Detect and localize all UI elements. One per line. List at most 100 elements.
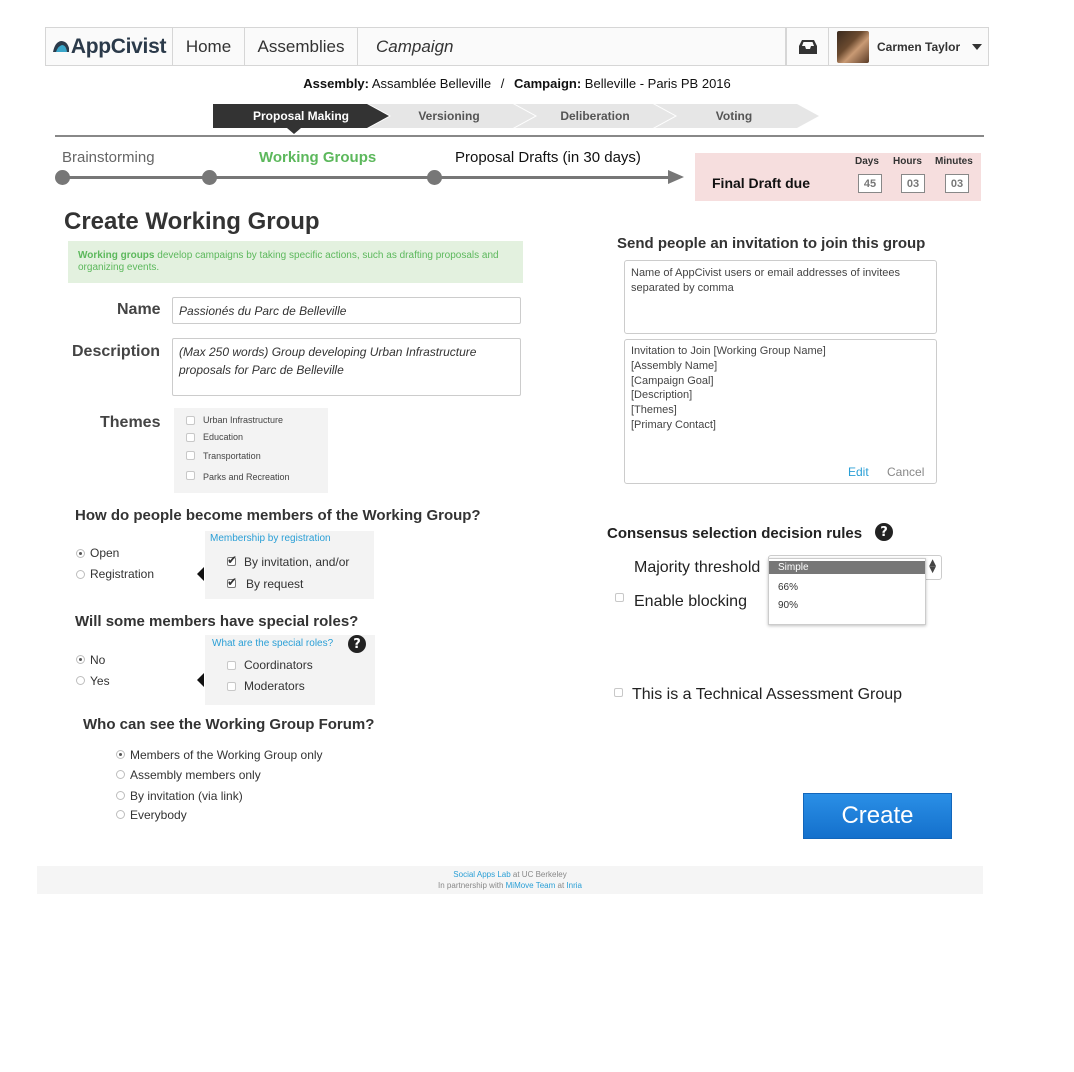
by-request-checkbox[interactable] — [227, 575, 237, 589]
chevron-down-icon — [972, 43, 983, 50]
hours-label: Hours — [893, 156, 922, 167]
inbox-button[interactable] — [786, 28, 829, 65]
theme-checkbox[interactable] — [186, 433, 195, 442]
membership-option-label: Registration — [90, 567, 155, 581]
name-input[interactable]: Passionés du Parc de Belleville — [172, 297, 521, 324]
forum-question: Who can see the Working Group Forum? — [83, 716, 375, 733]
stage-brainstorming[interactable]: Brainstorming — [62, 149, 155, 166]
campaign-label: Campaign: — [514, 76, 582, 91]
theme-checkbox[interactable] — [186, 451, 195, 460]
template-line: [Themes] — [631, 404, 677, 417]
app-logo[interactable]: AppCivist — [46, 28, 173, 65]
footer-link-social-apps-lab[interactable]: Social Apps Lab — [453, 870, 510, 879]
theme-checkbox[interactable] — [186, 416, 195, 425]
option-90[interactable]: 90% — [778, 600, 798, 611]
phase-versioning[interactable]: Versioning — [389, 104, 509, 128]
roles-radio-no[interactable] — [76, 655, 85, 664]
technical-group-checkbox[interactable] — [614, 688, 623, 697]
logo-icon — [52, 40, 69, 52]
moderators-label: Moderators — [244, 679, 305, 693]
days-value: 45 — [858, 174, 882, 193]
create-button[interactable]: Create — [803, 793, 952, 839]
page-title: Create Working Group — [64, 208, 320, 235]
moderators-checkbox[interactable] — [227, 682, 236, 691]
forum-option-label: Everybody — [130, 808, 187, 822]
breadcrumb: Assembly: Assamblée Belleville / Campaig… — [0, 76, 1034, 91]
forum-radio-everybody[interactable] — [116, 810, 125, 819]
invitation-template[interactable]: Invitation to Join [Working Group Name] … — [624, 339, 937, 484]
technical-group-label: This is a Technical Assessment Group — [632, 686, 903, 703]
enable-blocking-checkbox[interactable] — [615, 593, 624, 602]
template-line: [Campaign Goal] — [631, 374, 714, 387]
final-draft-label: Final Draft due — [712, 175, 811, 191]
nav-campaign[interactable]: Campaign — [358, 28, 786, 65]
stage-working-groups[interactable]: Working Groups — [259, 149, 376, 166]
membership-radio-open[interactable] — [76, 549, 85, 558]
footer-link-inria[interactable]: Inria — [566, 881, 582, 890]
cancel-link[interactable]: Cancel — [887, 465, 924, 479]
theme-label: Urban Infrastructure — [203, 415, 284, 425]
forum-option-label: By invitation (via link) — [130, 789, 243, 803]
theme-label: Transportation — [203, 451, 261, 461]
roles-panel-title: What are the special roles? — [212, 638, 334, 649]
invitee-placeholder: Name of AppCivist users or email address… — [631, 267, 901, 294]
logo-text: AppCivist — [70, 34, 167, 58]
stage-proposal-drafts[interactable]: Proposal Drafts (in 30 days) — [455, 149, 641, 166]
membership-radio-registration[interactable] — [76, 570, 85, 579]
coordinators-checkbox[interactable] — [227, 661, 236, 670]
forum-radio-members[interactable] — [116, 750, 125, 759]
inbox-icon — [798, 39, 817, 54]
info-bold: Working groups — [78, 250, 155, 261]
timeline-line — [62, 176, 672, 179]
edit-link[interactable]: Edit — [848, 465, 869, 479]
avatar — [837, 30, 869, 63]
template-line: [Assembly Name] — [631, 359, 718, 372]
roles-radio-yes[interactable] — [76, 676, 85, 685]
option-label: Simple — [778, 562, 809, 573]
campaign-value[interactable]: Belleville - Paris PB 2016 — [585, 76, 731, 91]
by-invitation-label: By invitation, and/or — [244, 555, 350, 569]
timeline-dot — [55, 170, 70, 185]
active-phase-pointer — [287, 128, 301, 134]
description-label: Description — [72, 343, 161, 360]
description-value: (Max 250 words) Group developing Urban I… — [179, 345, 477, 377]
nav-home[interactable]: Home — [173, 28, 245, 65]
forum-radio-assembly[interactable] — [116, 770, 125, 779]
phase-deliberation[interactable]: Deliberation — [535, 104, 655, 128]
hours-value: 03 — [901, 174, 925, 193]
enable-blocking-label: Enable blocking — [634, 593, 747, 610]
option-66[interactable]: 66% — [778, 582, 798, 593]
description-textarea[interactable]: (Max 250 words) Group developing Urban I… — [172, 338, 521, 396]
footer-text: In partnership with — [438, 881, 506, 890]
help-icon[interactable]: ? — [875, 523, 893, 541]
footer-link-mimove[interactable]: MiMove Team — [506, 881, 556, 890]
assembly-value[interactable]: Assamblée Belleville — [372, 76, 491, 91]
consensus-title: Consensus selection decision rules — [607, 525, 863, 542]
forum-option-label: Assembly members only — [130, 768, 261, 782]
select-arrows-icon: ▲ ▼ — [929, 558, 936, 575]
create-button-label: Create — [841, 802, 914, 829]
forum-radio-invitation[interactable] — [116, 791, 125, 800]
roles-question: Will some members have special roles? — [75, 613, 359, 630]
nav-assemblies[interactable]: Assemblies — [245, 28, 358, 65]
caret-left-icon — [197, 673, 204, 687]
help-icon[interactable]: ? — [348, 635, 366, 653]
forum-option-label: Members of the Working Group only — [130, 748, 323, 762]
invitee-input[interactable]: Name of AppCivist users or email address… — [624, 260, 937, 334]
timeline-dot — [202, 170, 217, 185]
by-invitation-checkbox[interactable] — [227, 553, 237, 567]
phase-proposal-making[interactable]: Proposal Making — [213, 104, 389, 128]
user-menu[interactable]: Carmen Taylor — [829, 28, 988, 65]
phase-voting[interactable]: Voting — [675, 104, 793, 128]
membership-option-label: Open — [90, 546, 120, 560]
footer-text: at UC Berkeley — [510, 870, 567, 879]
option-simple[interactable]: Simple — [769, 561, 925, 574]
theme-checkbox[interactable] — [186, 471, 195, 480]
minutes-label: Minutes — [935, 156, 973, 167]
membership-panel-title: Membership by registration — [210, 533, 331, 544]
roles-option-label: No — [90, 653, 106, 667]
footer-text: at — [555, 881, 567, 890]
assembly-label: Assembly: — [303, 76, 369, 91]
template-line: [Description] — [631, 389, 693, 402]
stepper-divider — [55, 135, 984, 137]
